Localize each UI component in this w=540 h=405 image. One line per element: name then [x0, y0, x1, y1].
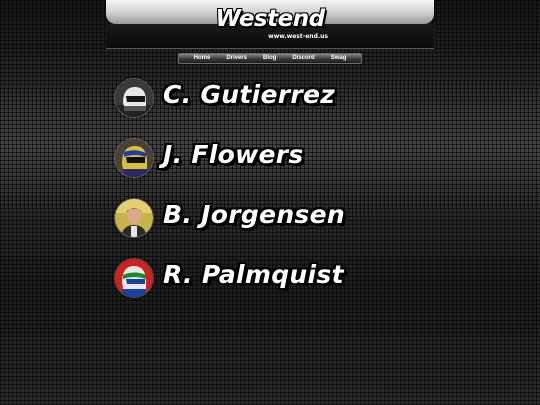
logo-url: www.west-end.us [268, 33, 328, 40]
site-logo[interactable]: Westend www.west-end.us [202, 6, 338, 40]
site-header: Westend www.west-end.us [106, 0, 434, 49]
driver-item-palmquist[interactable]: R. Palmquist [114, 258, 414, 298]
nav-home[interactable]: Home [186, 54, 219, 63]
driver-name[interactable]: C. Gutierrez [163, 79, 335, 111]
main-nav: Home Drivers Blog Discord Swag [178, 53, 362, 64]
nav-blog[interactable]: Blog [255, 54, 284, 63]
driver-item-gutierrez[interactable]: C. Gutierrez [114, 78, 414, 118]
driver-avatar-photo-icon[interactable] [114, 198, 154, 238]
driver-item-flowers[interactable]: J. Flowers [114, 138, 414, 178]
driver-name[interactable]: R. Palmquist [163, 259, 344, 291]
nav-swag[interactable]: Swag [323, 54, 355, 63]
driver-avatar-helmet-red-blue-icon[interactable] [114, 258, 154, 298]
logo-text: Westend [215, 6, 325, 32]
driver-name[interactable]: B. Jorgensen [163, 199, 345, 231]
nav-discord[interactable]: Discord [284, 54, 322, 63]
driver-avatar-helmet-yellow-icon[interactable] [114, 138, 154, 178]
driver-name[interactable]: J. Flowers [163, 139, 304, 171]
nav-drivers[interactable]: Drivers [218, 54, 255, 63]
driver-item-jorgensen[interactable]: B. Jorgensen [114, 198, 414, 238]
driver-avatar-helmet-white-icon[interactable] [114, 78, 154, 118]
